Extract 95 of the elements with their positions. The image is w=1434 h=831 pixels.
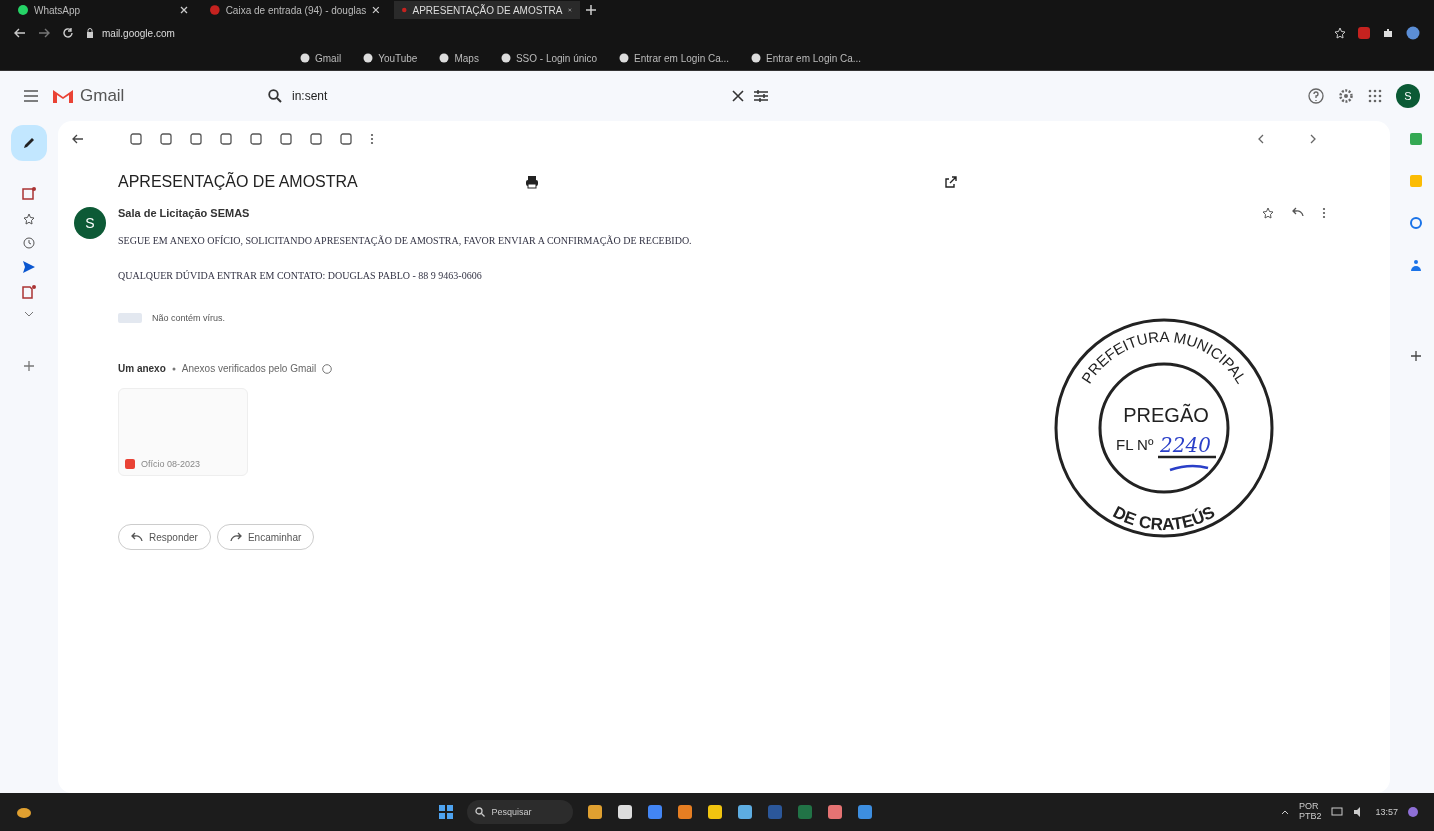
chevron-left-icon[interactable] xyxy=(1258,134,1264,144)
settings-icon[interactable] xyxy=(1338,88,1354,104)
chevron-up-icon[interactable] xyxy=(1280,809,1289,815)
stamp-field-label: FL Nº xyxy=(1116,436,1154,453)
bookmark[interactable]: YouTube xyxy=(363,52,418,64)
lock-icon xyxy=(86,28,94,38)
taskbar-app-icon[interactable] xyxy=(707,804,724,820)
reply-icon xyxy=(131,532,143,542)
more-vertical-icon[interactable] xyxy=(370,133,374,145)
info-icon xyxy=(322,363,333,374)
send-icon[interactable] xyxy=(23,261,35,273)
notification-icon[interactable] xyxy=(1408,807,1418,817)
bookmark[interactable]: Gmail xyxy=(300,52,342,64)
address-bar[interactable]: mail.google.com xyxy=(102,27,175,39)
handwritten-number: 2240 xyxy=(1160,433,1211,457)
tasks-icon[interactable] xyxy=(1410,217,1422,229)
account-avatar[interactable]: S xyxy=(1396,84,1420,108)
pdf-icon xyxy=(125,459,135,469)
bookmark[interactable]: Maps xyxy=(439,52,479,64)
contacts-icon[interactable] xyxy=(1411,259,1421,271)
taskbar-app-icon[interactable] xyxy=(677,804,694,820)
close-icon[interactable] xyxy=(180,6,188,14)
globe-icon xyxy=(300,53,310,63)
star-icon[interactable] xyxy=(23,213,35,225)
envelope-m-icon xyxy=(52,88,74,104)
browser-tab[interactable]: WhatsApp xyxy=(10,1,196,19)
reply-button[interactable]: Responder xyxy=(118,524,211,550)
more-vertical-icon[interactable] xyxy=(1322,207,1326,219)
tab-favicon-icon xyxy=(402,5,407,15)
new-tab-icon[interactable] xyxy=(586,5,596,15)
email-body-line: QUALQUER DÚVIDA ENTRAR EM CONTATO: DOUGLAS PABLO - 88 9 9463-0606 xyxy=(118,270,483,281)
pencil-icon xyxy=(22,136,36,150)
sender-avatar: S xyxy=(74,207,106,239)
extension-icon[interactable] xyxy=(1358,27,1370,39)
signature-text: Não contém vírus. xyxy=(152,313,226,323)
plus-icon[interactable] xyxy=(1411,351,1421,361)
help-icon[interactable] xyxy=(1308,88,1324,104)
profile-icon[interactable] xyxy=(1406,26,1420,40)
open-new-window-icon[interactable] xyxy=(945,176,958,188)
sender-name: Sala de Licitação SEMAS xyxy=(118,207,251,219)
attachment-count: Um anexo xyxy=(118,363,166,374)
separator-dot-icon xyxy=(171,366,176,371)
menu-icon[interactable] xyxy=(24,90,38,102)
star-icon[interactable] xyxy=(1262,207,1274,219)
clear-icon[interactable] xyxy=(732,90,744,102)
reply-icon[interactable] xyxy=(1292,207,1304,217)
inbox-icon[interactable] xyxy=(22,187,36,201)
forward-icon[interactable] xyxy=(38,28,50,38)
tab-favicon-icon xyxy=(210,5,220,15)
bookmark[interactable]: Entrar em Login Ca... xyxy=(751,52,862,64)
attachment-name: Ofício 08-2023 xyxy=(141,459,201,469)
back-icon[interactable] xyxy=(14,28,26,38)
globe-icon xyxy=(439,53,450,63)
browser-tab[interactable]: APRESENTAÇÃO DE AMOSTRA xyxy=(394,1,580,19)
globe-icon xyxy=(751,53,762,63)
search-icon xyxy=(475,807,486,817)
input-language[interactable]: POR PTB2 xyxy=(1298,802,1322,822)
taskbar-app-icon[interactable] xyxy=(617,804,634,820)
globe-icon xyxy=(500,53,511,63)
email-body-line: SEGUE EM ANEXO OFÍCIO, SOLICITANDO APRESENTAÇÃO DE AMOSTRA, FAVOR ENVIAR A CONFIRMAÇÃO DE RECEBIDO. xyxy=(118,235,693,246)
globe-icon xyxy=(363,53,374,63)
handwritten-mark xyxy=(1169,464,1209,472)
stamp-bottom-text: DE CRATEÚS xyxy=(1110,502,1218,535)
stamp-center-text: PREGÃO xyxy=(1123,404,1209,426)
gmail-logo-text: Gmail xyxy=(80,86,125,106)
compose-button[interactable] xyxy=(11,125,47,161)
network-icon[interactable] xyxy=(1331,807,1344,817)
bookmark[interactable]: Entrar em Login Ca... xyxy=(619,52,730,64)
back-arrow-icon[interactable] xyxy=(72,134,84,144)
attachment-preview[interactable]: Ofício 08-2023 xyxy=(118,388,248,476)
forward-arrow-icon xyxy=(229,532,242,542)
attachment-note: Anexos verificados pelo Gmail xyxy=(181,363,317,374)
start-icon[interactable] xyxy=(439,805,454,819)
close-icon[interactable] xyxy=(372,6,380,14)
reload-icon[interactable] xyxy=(62,27,74,39)
forward-button[interactable]: Encaminhar xyxy=(216,524,315,550)
globe-icon xyxy=(619,53,630,63)
apps-grid-icon[interactable] xyxy=(1368,89,1382,103)
taskbar-app-icon[interactable] xyxy=(737,804,754,820)
filter-sliders-icon[interactable] xyxy=(754,90,768,102)
taskbar-search[interactable]: Pesquisar xyxy=(467,800,574,824)
draft-icon[interactable] xyxy=(22,285,36,299)
tab-favicon-icon xyxy=(18,5,28,15)
clock-time[interactable]: 13:57 xyxy=(1375,807,1398,817)
email-subject: APRESENTAÇÃO DE AMOSTRA xyxy=(118,173,359,191)
browser-tab[interactable]: Caixa de entrada (94) - douglas xyxy=(202,1,388,19)
print-icon[interactable] xyxy=(524,175,539,189)
taskbar-app-icon[interactable] xyxy=(827,804,844,820)
bookmark[interactable]: SSO - Login único xyxy=(500,52,598,64)
plus-icon[interactable] xyxy=(24,361,34,371)
taskbar-app-icon[interactable] xyxy=(587,804,604,820)
search-icon xyxy=(268,89,282,103)
chevron-right-icon[interactable] xyxy=(1310,134,1316,144)
clock-icon[interactable] xyxy=(23,237,35,249)
chevron-down-icon[interactable] xyxy=(24,311,34,317)
